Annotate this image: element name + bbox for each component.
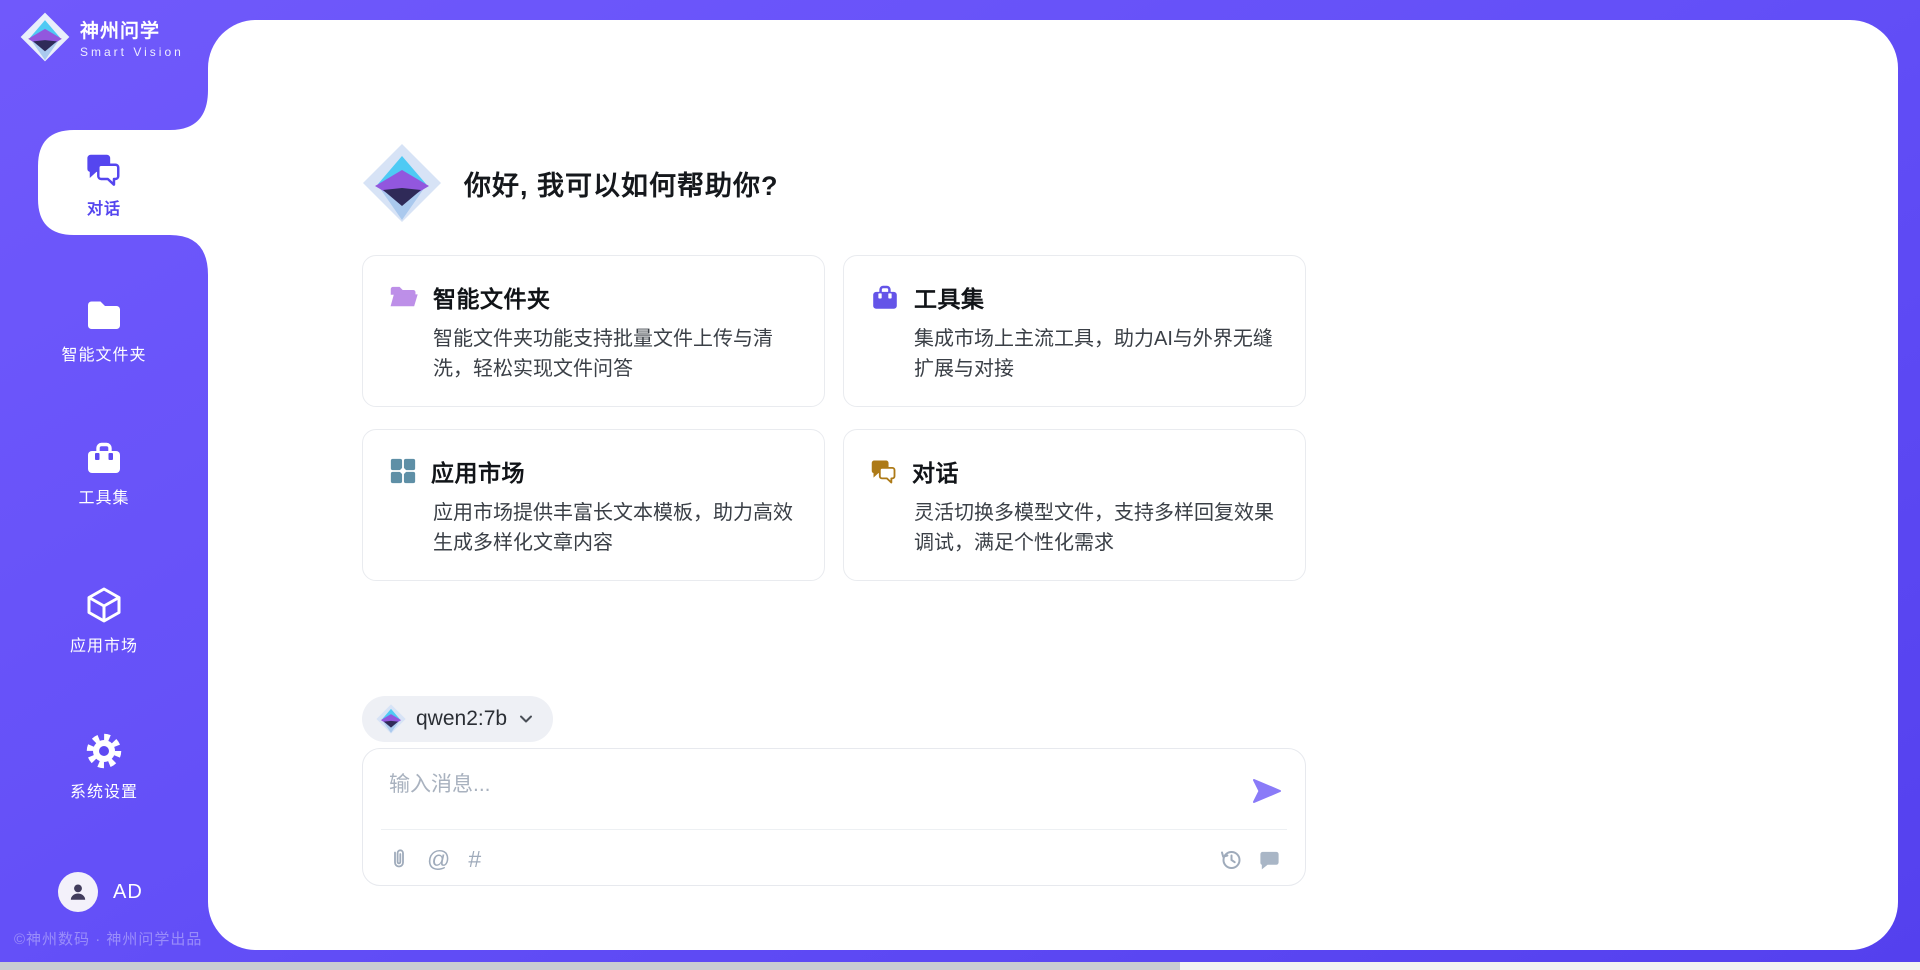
cube-icon bbox=[84, 585, 124, 625]
sidebar-item-chat-label: 对话 bbox=[0, 195, 208, 219]
briefcase-icon bbox=[870, 283, 900, 311]
brand-name-cn: 神州问学 bbox=[80, 16, 184, 43]
model-diamond-icon bbox=[376, 704, 406, 734]
app-grid-icon bbox=[389, 457, 417, 485]
sidebar-item-smart-folder-label: 智能文件夹 bbox=[0, 341, 208, 365]
sidebar-item-toolset[interactable]: 工具集 bbox=[0, 439, 208, 508]
chat-icon bbox=[870, 457, 898, 485]
footer-credit: ©神州数码 · 神州问学出品 bbox=[14, 928, 202, 949]
composer-divider bbox=[381, 829, 1287, 830]
message-input[interactable] bbox=[389, 765, 1209, 805]
avatar bbox=[58, 872, 98, 912]
card-toolset[interactable]: 工具集 集成市场上主流工具，助力AI与外界无缝扩展与对接 bbox=[843, 255, 1306, 407]
card-app-market-title: 应用市场 bbox=[431, 454, 525, 488]
attachment-icon[interactable] bbox=[387, 847, 409, 871]
chat-icon bbox=[85, 150, 123, 188]
sidebar-item-settings-label: 系统设置 bbox=[0, 778, 208, 802]
sidebar-item-app-market[interactable]: 应用市场 bbox=[0, 585, 208, 656]
person-icon bbox=[66, 880, 90, 904]
chevron-down-icon bbox=[517, 710, 535, 728]
scrollbar-thumb[interactable] bbox=[0, 962, 1180, 970]
brand-diamond-icon bbox=[20, 12, 70, 62]
brand-name-en: Smart Vision bbox=[80, 45, 184, 59]
hashtag-icon[interactable]: # bbox=[468, 848, 481, 870]
card-app-market-desc: 应用市场提供丰富长文本模板，助力高效生成多样化文章内容 bbox=[433, 498, 798, 558]
feature-cards: 智能文件夹 智能文件夹功能支持批量文件上传与清洗，轻松实现文件问答 工具集 集成… bbox=[362, 255, 1306, 581]
user-account[interactable]: AD bbox=[58, 872, 143, 912]
card-chat[interactable]: 对话 灵活切换多模型文件，支持多样回复效果调试，满足个性化需求 bbox=[843, 429, 1306, 581]
folder-icon bbox=[84, 296, 124, 334]
send-icon[interactable] bbox=[1251, 775, 1283, 807]
gear-icon bbox=[84, 731, 124, 771]
greeting-title: 你好, 我可以如何帮助你? bbox=[464, 164, 779, 203]
sidebar-item-chat[interactable]: 对话 bbox=[0, 150, 208, 219]
history-icon[interactable] bbox=[1219, 848, 1242, 871]
sidebar-item-app-market-label: 应用市场 bbox=[0, 632, 208, 656]
briefcase-icon bbox=[84, 439, 124, 477]
sidebar-item-settings[interactable]: 系统设置 bbox=[0, 731, 208, 802]
horizontal-scrollbar[interactable] bbox=[0, 962, 1920, 970]
card-toolset-title: 工具集 bbox=[914, 280, 985, 314]
user-initials: AD bbox=[113, 881, 143, 904]
model-name: qwen2:7b bbox=[416, 707, 507, 731]
greeting-block: 你好, 我可以如何帮助你? bbox=[362, 143, 779, 223]
card-smart-folder-title: 智能文件夹 bbox=[433, 280, 551, 314]
card-chat-desc: 灵活切换多模型文件，支持多样回复效果调试，满足个性化需求 bbox=[914, 498, 1279, 558]
sidebar-item-smart-folder[interactable]: 智能文件夹 bbox=[0, 296, 208, 365]
feedback-bubble-icon[interactable] bbox=[1258, 848, 1281, 871]
card-toolset-desc: 集成市场上主流工具，助力AI与外界无缝扩展与对接 bbox=[914, 324, 1279, 384]
card-app-market[interactable]: 应用市场 应用市场提供丰富长文本模板，助力高效生成多样化文章内容 bbox=[362, 429, 825, 581]
mention-icon[interactable]: @ bbox=[427, 848, 450, 870]
card-smart-folder-desc: 智能文件夹功能支持批量文件上传与清洗，轻松实现文件问答 bbox=[433, 324, 798, 384]
card-smart-folder[interactable]: 智能文件夹 智能文件夹功能支持批量文件上传与清洗，轻松实现文件问答 bbox=[362, 255, 825, 407]
message-composer: @ # bbox=[362, 748, 1306, 886]
sidebar-item-toolset-label: 工具集 bbox=[0, 484, 208, 508]
assistant-diamond-icon bbox=[362, 143, 442, 223]
card-chat-title: 对话 bbox=[912, 454, 959, 488]
open-folder-icon bbox=[389, 284, 419, 310]
brand-logo-block: 神州问学 Smart Vision bbox=[20, 12, 184, 62]
model-selector[interactable]: qwen2:7b bbox=[362, 696, 553, 742]
